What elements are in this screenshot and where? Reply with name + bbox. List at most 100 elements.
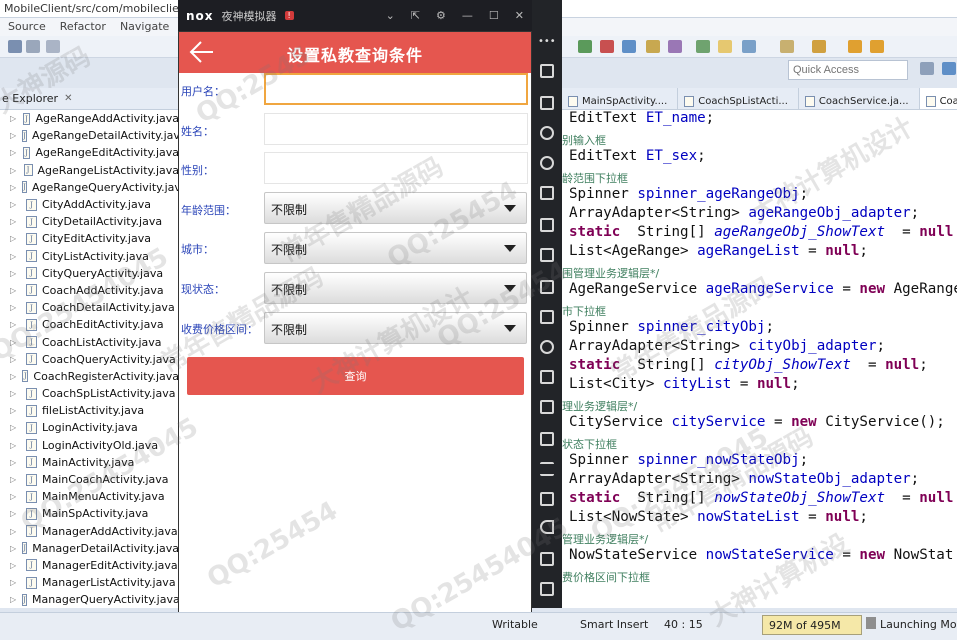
chevron-right-icon[interactable]: ▷ [10,406,20,415]
code-editor[interactable]: EditText ET_name; 别输入框 EditText ET_sex; 龄范围… [562,110,957,608]
more-icon[interactable]: ••• [538,36,556,47]
list-item[interactable]: ▷ J AgeRangeQueryActivity.java [0,179,179,196]
heap-status[interactable]: 92M of 495M [762,615,862,635]
name-input[interactable] [264,113,528,145]
list-item[interactable]: ▷ JfileListActivity.java [0,402,179,419]
chevron-right-icon[interactable]: ▷ [10,423,20,432]
price-range-spinner[interactable]: 不限制 [264,312,527,344]
chevron-right-icon[interactable]: ▷ [10,234,20,243]
chevron-right-icon[interactable]: ▷ [10,131,16,140]
list-item[interactable]: ▷ J CityAddActivity.java [0,196,179,213]
list-item[interactable]: ▷ J MainCoachActivity.java [0,471,179,488]
debug-icon[interactable] [600,40,614,53]
list-item[interactable]: ▷ J CoachEditActivity.java [0,316,179,333]
print-icon[interactable] [26,40,40,53]
list-item[interactable]: ▷ J AgeRangeListActivity.java [0,162,179,179]
shake-icon[interactable] [540,340,554,354]
toolbar-icon[interactable] [46,40,60,53]
recent-apps-icon[interactable] [540,582,554,596]
list-item[interactable]: ▷ J LoginActivityOld.java [0,437,179,454]
volume-up-icon[interactable] [540,248,554,262]
volume-down-icon[interactable] [540,280,554,294]
pin-icon[interactable]: ⇱ [411,9,420,22]
chevron-right-icon[interactable]: ▷ [10,458,20,467]
list-item[interactable]: ▷ J CityDetailActivity.java [0,213,179,230]
chevron-right-icon[interactable]: ▷ [10,475,20,484]
multi-instance-icon[interactable] [540,432,554,446]
list-item[interactable]: ▷ J AgeRangeAddActivity.java [0,110,179,127]
list-item[interactable]: ▷ J CoachDetailActivity.java [0,299,179,316]
quick-access-input[interactable] [788,60,908,80]
list-item[interactable]: ▷ J ManagerAddActivity.java [0,523,179,540]
list-item[interactable]: ▷ J AgeRangeEditActivity.java [0,144,179,161]
chevron-right-icon[interactable]: ▷ [10,269,20,278]
username-input[interactable] [264,73,528,105]
list-item[interactable]: ▷ J ManagerQueryActivity.java [0,591,179,608]
list-item[interactable]: ▷ J ManagerEditActivity.java [0,557,179,574]
list-item[interactable]: ▷ J AgeRangeDetailActivity.java [0,127,179,144]
chevron-right-icon[interactable]: ▷ [10,200,20,209]
list-item[interactable]: ▷ J CoachSpListActivity.java [0,385,179,402]
tab-coachservice[interactable]: CoachService.ja... [799,88,920,109]
chevron-right-icon[interactable]: ▷ [10,252,20,261]
gc-icon[interactable] [866,617,876,629]
tab-mainsp[interactable]: MainSpActivity.... [562,88,679,109]
tab-coachsplist[interactable]: CoachSpListActi... [678,88,799,109]
chevron-right-icon[interactable]: ▷ [10,527,20,536]
list-item[interactable]: ▷ J CoachQueryActivity.java [0,351,179,368]
list-item[interactable]: ▷ J CityListActivity.java [0,248,179,265]
robot-icon[interactable] [540,96,554,110]
chevron-right-icon[interactable]: ▷ [10,303,20,312]
toolbar-icon[interactable] [742,40,756,53]
chevron-right-icon[interactable]: ▷ [10,389,20,398]
toolbar-icon[interactable] [668,40,682,53]
perspective-icon[interactable] [920,62,934,75]
scissors-icon[interactable] [540,126,554,140]
chevron-right-icon[interactable]: ▷ [10,595,16,604]
close-icon[interactable]: ✕ [64,93,72,104]
forward-nav-icon[interactable] [870,40,884,53]
chevron-right-icon[interactable]: ▷ [10,441,20,450]
chevron-right-icon[interactable]: ▷ [10,509,20,518]
toolbar-icon[interactable] [696,40,710,53]
save-icon[interactable] [8,40,22,53]
tab-coach[interactable]: Coach [919,88,957,109]
chevron-right-icon[interactable]: ▷ [10,217,20,226]
toolbar-icon[interactable] [812,40,826,53]
list-item[interactable]: ▷ J CityQueryActivity.java [0,265,179,282]
chevron-down-icon[interactable]: ⌄ [386,9,395,22]
age-range-spinner[interactable]: 不限制 [264,192,527,224]
home-grid-icon[interactable] [540,492,554,506]
chevron-right-icon[interactable]: ▷ [10,166,18,175]
toolbar-icon[interactable] [780,40,794,53]
home-icon[interactable] [540,552,554,566]
chevron-right-icon[interactable]: ▷ [10,183,16,192]
menu-source[interactable]: Source [8,20,46,34]
list-item[interactable]: ▷ J CoachAddActivity.java [0,282,179,299]
list-item[interactable]: ▷ J CityEditActivity.java [0,230,179,247]
java-perspective-icon[interactable] [942,62,956,75]
macro-icon[interactable] [540,370,554,384]
screen-rotate-icon[interactable] [540,64,554,78]
menu-refactor[interactable]: Refactor [60,20,106,34]
chevron-right-icon[interactable]: ▷ [10,114,17,123]
chevron-right-icon[interactable]: ▷ [10,286,20,295]
video-icon[interactable] [540,400,554,414]
run-icon[interactable] [578,40,592,53]
list-item[interactable]: ▷ J ManagerDetailActivity.java [0,540,179,557]
maximize-icon[interactable]: ☐ [489,9,499,22]
back-icon[interactable] [540,520,554,534]
toolbar-icon[interactable] [718,40,732,53]
close-icon[interactable]: ✕ [515,9,524,22]
chevron-right-icon[interactable]: ▷ [10,148,17,157]
emulator-alert-badge[interactable]: ! [284,11,294,20]
list-item[interactable]: ▷ J MainSpActivity.java [0,505,179,522]
back-nav-icon[interactable] [848,40,862,53]
list-item[interactable]: ▷ J ManagerListActivity.java [0,574,179,591]
toolbar-icon[interactable] [646,40,660,53]
chevron-right-icon[interactable]: ▷ [10,372,16,381]
chevron-right-icon[interactable]: ▷ [10,355,20,364]
sex-input[interactable] [264,152,528,184]
now-state-spinner[interactable]: 不限制 [264,272,527,304]
chevron-right-icon[interactable]: ▷ [10,320,20,329]
